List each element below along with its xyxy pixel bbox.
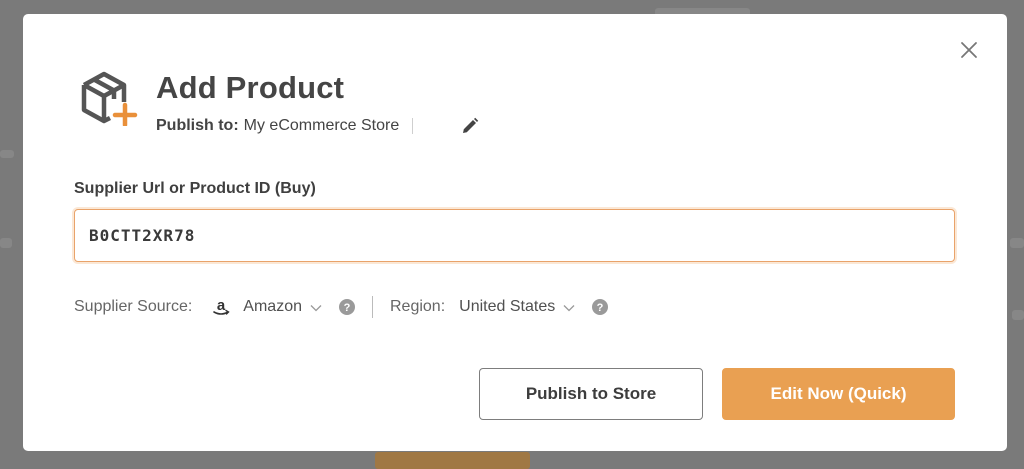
package-add-icon: [81, 71, 138, 126]
chevron-down-icon: [310, 305, 322, 312]
amazon-logo-icon: a: [213, 297, 230, 315]
supplier-source-label: Supplier Source:: [74, 298, 193, 315]
background-content: [1012, 310, 1024, 320]
edit-now-quick-button[interactable]: Edit Now (Quick): [722, 368, 955, 420]
region-label: Region:: [390, 298, 446, 315]
background-content: [0, 238, 12, 248]
chevron-down-icon: [563, 305, 575, 312]
background-button: [375, 452, 530, 469]
svg-text:a: a: [217, 297, 226, 314]
divider: [412, 118, 414, 134]
store-name: My eCommerce Store: [243, 117, 400, 134]
close-icon[interactable]: [959, 40, 979, 60]
publish-to-row: Publish to: My eCommerce Store: [156, 117, 414, 135]
svg-text:?: ?: [597, 302, 604, 314]
pencil-icon[interactable]: [460, 116, 480, 136]
supplier-url-label: Supplier Url or Product ID (Buy): [74, 180, 316, 197]
supplier-source-value: Amazon: [243, 298, 302, 315]
add-product-dialog: Add Product Publish to: My eCommerce Sto…: [23, 14, 1007, 451]
supplier-url-input[interactable]: [74, 209, 955, 262]
publish-to-store-button[interactable]: Publish to Store: [479, 368, 703, 420]
svg-text:?: ?: [344, 302, 351, 314]
supplier-source-row: Supplier Source: a Amazon ? Region: Unit…: [74, 295, 609, 319]
divider: [372, 296, 373, 318]
dialog-title: Add Product: [156, 70, 345, 105]
help-circle-icon[interactable]: ?: [592, 299, 609, 315]
region-select[interactable]: United States: [459, 298, 575, 316]
background-content: [0, 150, 14, 158]
region-value: United States: [459, 298, 556, 315]
background-content: [1010, 238, 1024, 248]
publish-to-label: Publish to:: [156, 117, 239, 134]
help-circle-icon[interactable]: ?: [339, 299, 355, 315]
supplier-source-select[interactable]: Amazon: [243, 298, 322, 316]
